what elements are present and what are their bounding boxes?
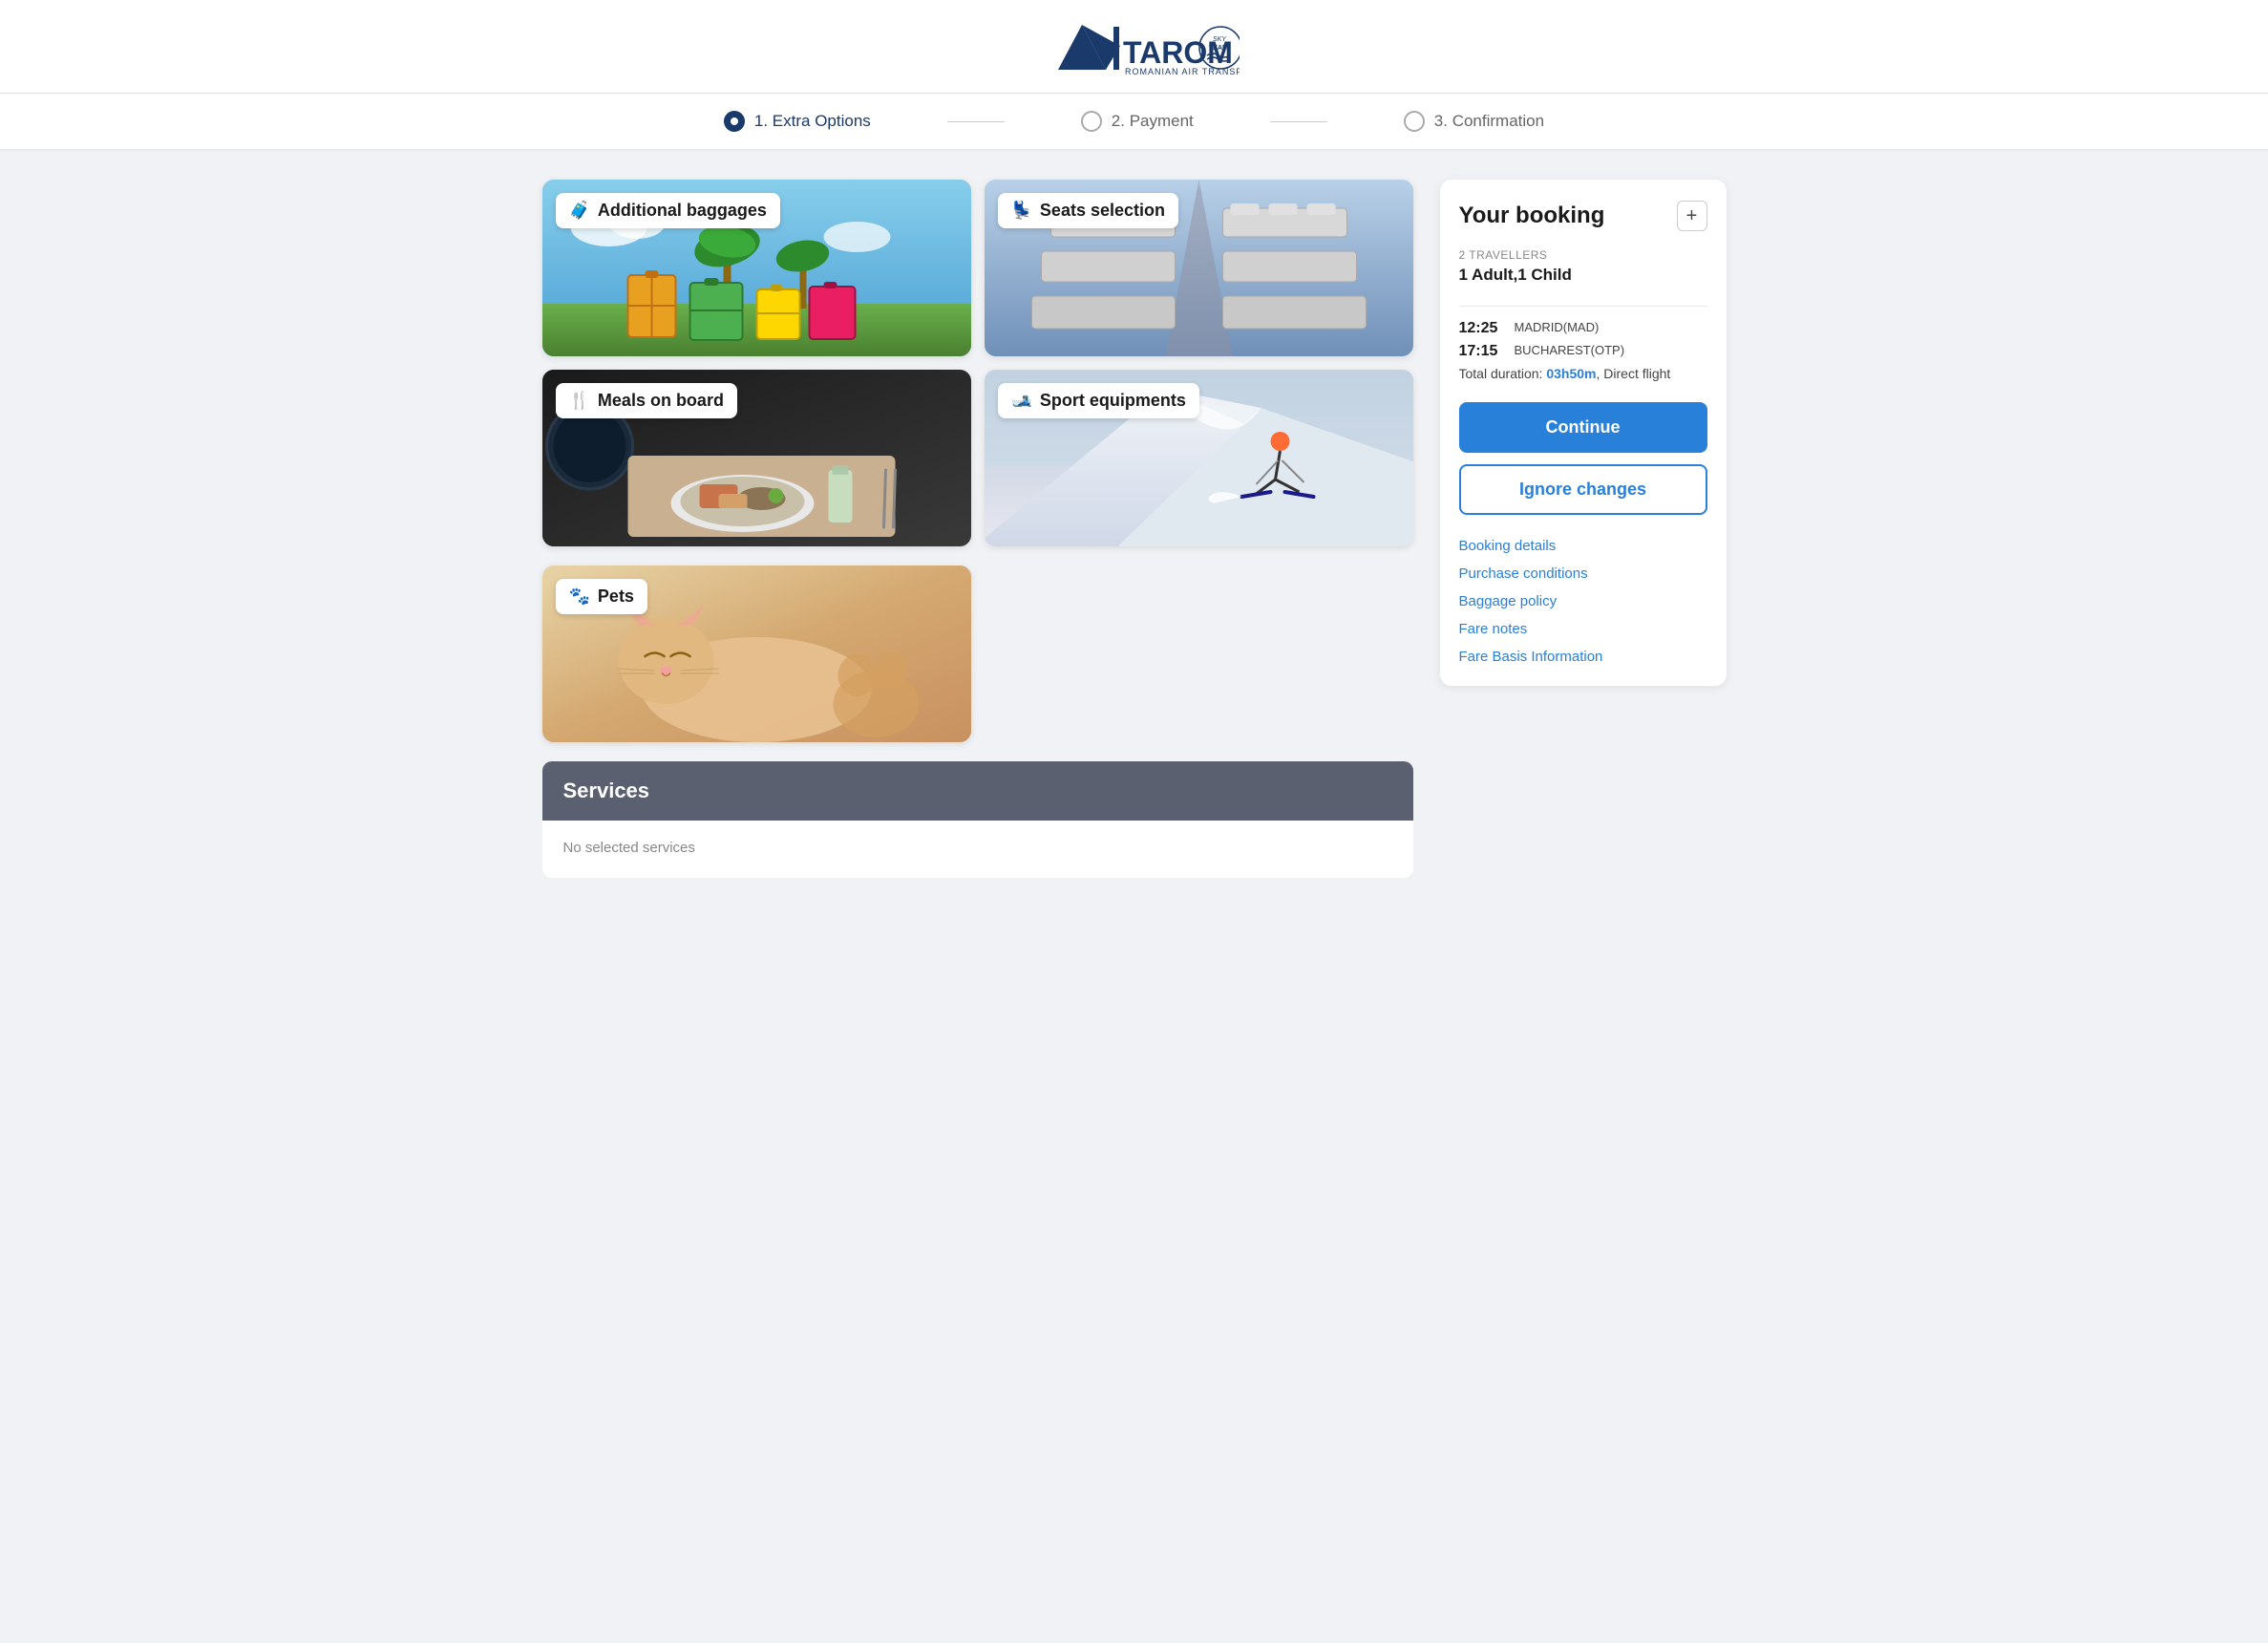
step-3-label: 3. Confirmation [1434,112,1544,131]
arrival-row: 17:15 BUCHAREST(OTP) [1459,343,1707,360]
svg-text:SKY: SKY [1213,36,1227,43]
sport-equipments-label: Sport equipments [1040,391,1186,411]
travellers-value: 1 Adult,1 Child [1459,266,1707,285]
meals-icon: 🍴 [569,391,590,411]
steps-bar: 1. Extra Options 2. Payment 3. Confirmat… [0,94,2268,151]
arrival-time: 17:15 [1459,343,1505,360]
step-2-item[interactable]: 2. Payment [1005,111,1270,132]
services-header: Services [542,761,1413,821]
main-content: 🧳 Additional baggages [523,151,1746,907]
seats-selection-label-box: 💺 Seats selection [998,193,1178,228]
right-column: Your booking + 2 TRAVELLERS 1 Adult,1 Ch… [1440,180,1727,878]
expand-booking-button[interactable]: + [1677,201,1707,231]
option-card-meals-on-board[interactable]: 🍴 Meals on board [542,370,971,546]
booking-header: Your booking + [1459,201,1707,231]
services-body: No selected services [542,821,1413,878]
departure-time: 12:25 [1459,320,1505,337]
seat-icon: 💺 [1011,201,1032,221]
flight-divider [1459,306,1707,307]
duration-value: 03h50m [1546,366,1596,381]
step-divider-1 [947,121,1005,122]
departure-airport: MADRID(MAD) [1515,320,1600,334]
seats-selection-label: Seats selection [1040,201,1165,221]
empty-slot [985,565,1413,742]
booking-title: Your booking [1459,203,1605,229]
no-services-text: No selected services [563,840,695,856]
step-1-radio [724,111,745,132]
continue-button[interactable]: Continue [1459,402,1707,453]
step-3-radio [1404,111,1425,132]
fare-basis-information-link[interactable]: Fare Basis Information [1459,649,1707,665]
services-container: Services No selected services [542,761,1413,878]
duration-suffix: , Direct flight [1597,366,1671,381]
pets-row: 🐾 Pets [542,565,1413,742]
left-column: 🧳 Additional baggages [542,180,1413,878]
pets-icon: 🐾 [569,587,590,607]
option-card-pets[interactable]: 🐾 Pets [542,565,971,742]
plus-icon: + [1686,205,1698,227]
purchase-conditions-link[interactable]: Purchase conditions [1459,565,1707,582]
svg-text:TEAM: TEAM [1209,45,1228,52]
step-2-label: 2. Payment [1112,112,1194,131]
duration-label: Total duration: [1459,366,1543,381]
additional-baggages-label-box: 🧳 Additional baggages [556,193,780,228]
ignore-changes-button[interactable]: Ignore changes [1459,464,1707,515]
departure-row: 12:25 MADRID(MAD) [1459,320,1707,337]
travellers-label: 2 TRAVELLERS [1459,248,1707,262]
step-1-label: 1. Extra Options [754,112,871,131]
step-divider-2 [1270,121,1327,122]
sport-equipments-label-box: 🎿 Sport equipments [998,383,1199,418]
pets-label-box: 🐾 Pets [556,579,647,614]
meals-on-board-label: Meals on board [598,391,724,411]
additional-baggages-label: Additional baggages [598,201,767,221]
options-grid: 🧳 Additional baggages [542,180,1413,546]
baggage-icon: 🧳 [569,201,590,221]
step-2-radio [1081,111,1102,132]
step-3-item[interactable]: 3. Confirmation [1327,111,1621,132]
duration-row: Total duration: 03h50m, Direct flight [1459,366,1707,381]
sports-icon: 🎿 [1011,391,1032,411]
tarom-logo: TAROM ROMANIAN AIR TRANSPORT SKY TEAM [1029,17,1240,79]
page-header: TAROM ROMANIAN AIR TRANSPORT SKY TEAM [0,0,2268,94]
baggage-policy-link[interactable]: Baggage policy [1459,593,1707,609]
booking-card: Your booking + 2 TRAVELLERS 1 Adult,1 Ch… [1440,180,1727,686]
logo-container: TAROM ROMANIAN AIR TRANSPORT SKY TEAM [1029,17,1240,79]
booking-details-link[interactable]: Booking details [1459,538,1707,554]
option-card-seats-selection[interactable]: 💺 Seats selection [985,180,1413,356]
sidebar-links: Booking details Purchase conditions Bagg… [1459,538,1707,665]
services-title: Services [563,779,650,802]
option-card-additional-baggages[interactable]: 🧳 Additional baggages [542,180,971,356]
option-card-sport-equipments[interactable]: 🎿 Sport equipments [985,370,1413,546]
arrival-airport: BUCHAREST(OTP) [1515,343,1625,357]
fare-notes-link[interactable]: Fare notes [1459,621,1707,637]
meals-on-board-label-box: 🍴 Meals on board [556,383,737,418]
pets-label: Pets [598,587,634,607]
step-1-item[interactable]: 1. Extra Options [647,111,947,132]
